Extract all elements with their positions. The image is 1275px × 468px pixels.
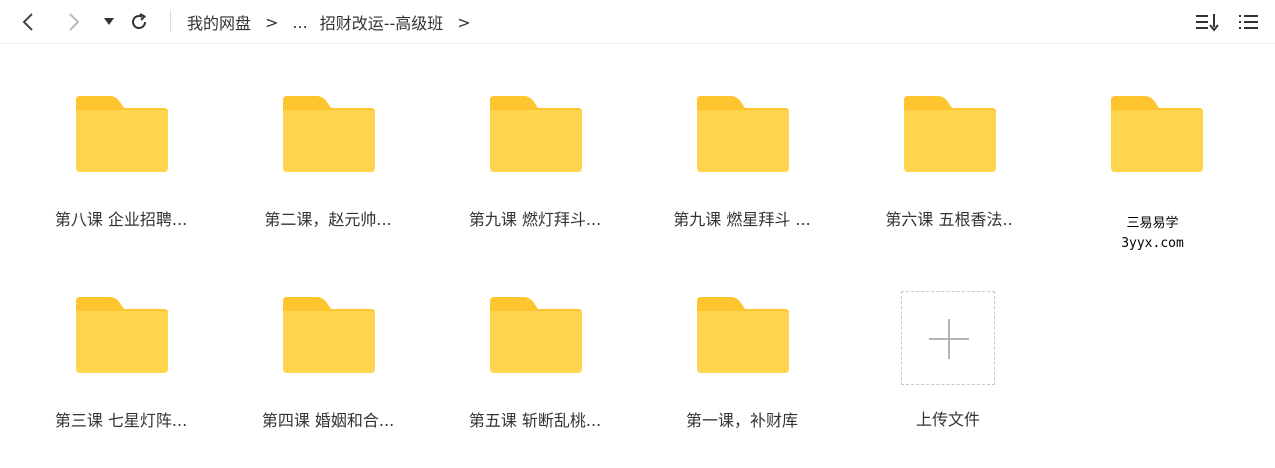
folder-label: 第八课 企业招聘... xyxy=(54,210,188,229)
folder-icon xyxy=(283,96,375,172)
folder-item[interactable]: 第九课 燃星拜斗 ... xyxy=(652,44,832,229)
breadcrumb-ellipsis[interactable]: ... xyxy=(292,13,307,32)
list-view-button[interactable] xyxy=(1235,8,1263,36)
folder-item[interactable]: 第八课 企业招聘... xyxy=(31,44,211,229)
sort-icon xyxy=(1196,14,1219,32)
back-button[interactable] xyxy=(14,8,42,36)
folder-item[interactable]: 第二课，赵元帅... xyxy=(238,44,418,229)
folder-item[interactable]: 第五课 斩断乱桃... xyxy=(445,245,625,430)
upload-label: 上传文件 xyxy=(915,410,980,429)
watermark-line1: 三易易学 xyxy=(1126,216,1179,231)
view-tools xyxy=(1193,8,1263,36)
refresh-button[interactable] xyxy=(125,8,153,36)
folder-label: 第三课 七星灯阵... xyxy=(54,411,188,430)
folder-icon xyxy=(904,96,996,172)
upload-button[interactable] xyxy=(901,291,995,385)
folder-icon xyxy=(490,297,582,373)
folder-icon xyxy=(76,96,168,172)
plus-icon xyxy=(948,319,950,359)
folder-item[interactable]: 第三课 七星灯阵... xyxy=(31,245,211,430)
folder-label: 第五课 斩断乱桃... xyxy=(468,411,602,430)
folder-icon xyxy=(283,297,375,373)
folder-icon xyxy=(76,297,168,373)
forward-icon xyxy=(69,13,80,31)
sort-button[interactable] xyxy=(1193,8,1221,36)
folder-icon xyxy=(697,297,789,373)
breadcrumb-current[interactable]: 招财改运--高级班 xyxy=(320,10,444,34)
toolbar: 我的网盘 > ... 招财改运--高级班 > xyxy=(0,0,1275,44)
watermark-line2: 3yyx.com xyxy=(1121,236,1184,251)
folder-label: 第九课 燃星拜斗 ... xyxy=(673,210,811,229)
list-view-icon xyxy=(1239,15,1258,29)
dropdown-icon xyxy=(104,18,114,25)
refresh-icon xyxy=(132,13,147,29)
breadcrumb: 我的网盘 > ... 招财改运--高级班 > xyxy=(187,0,485,44)
folder-label: 第九课 燃灯拜斗... xyxy=(468,210,602,229)
forward-button[interactable] xyxy=(60,8,88,36)
history-dropdown-button[interactable] xyxy=(95,8,123,36)
breadcrumb-separator: > xyxy=(457,12,471,32)
folder-item[interactable] xyxy=(1066,44,1246,224)
breadcrumb-separator: > xyxy=(265,12,279,32)
folder-item[interactable]: 第六课 五根香法.. xyxy=(859,44,1039,229)
folder-item[interactable]: 第一课，补财库 xyxy=(652,245,832,430)
watermark: 三易易学 3yyx.com xyxy=(1080,208,1225,260)
folder-label: 第四课 婚姻和合... xyxy=(261,411,395,430)
folder-item[interactable]: 第四课 婚姻和合... xyxy=(238,245,418,430)
folder-item[interactable]: 第九课 燃灯拜斗... xyxy=(445,44,625,229)
breadcrumb-root[interactable]: 我的网盘 xyxy=(187,10,251,34)
folder-label: 第六课 五根香法.. xyxy=(885,210,1013,229)
folder-label: 第一课，补财库 xyxy=(685,411,798,430)
folder-label: 第二课，赵元帅... xyxy=(264,210,392,229)
folder-icon xyxy=(490,96,582,172)
back-icon xyxy=(22,13,33,31)
folder-icon xyxy=(1111,96,1203,172)
toolbar-divider xyxy=(170,10,171,32)
folder-icon xyxy=(697,96,789,172)
